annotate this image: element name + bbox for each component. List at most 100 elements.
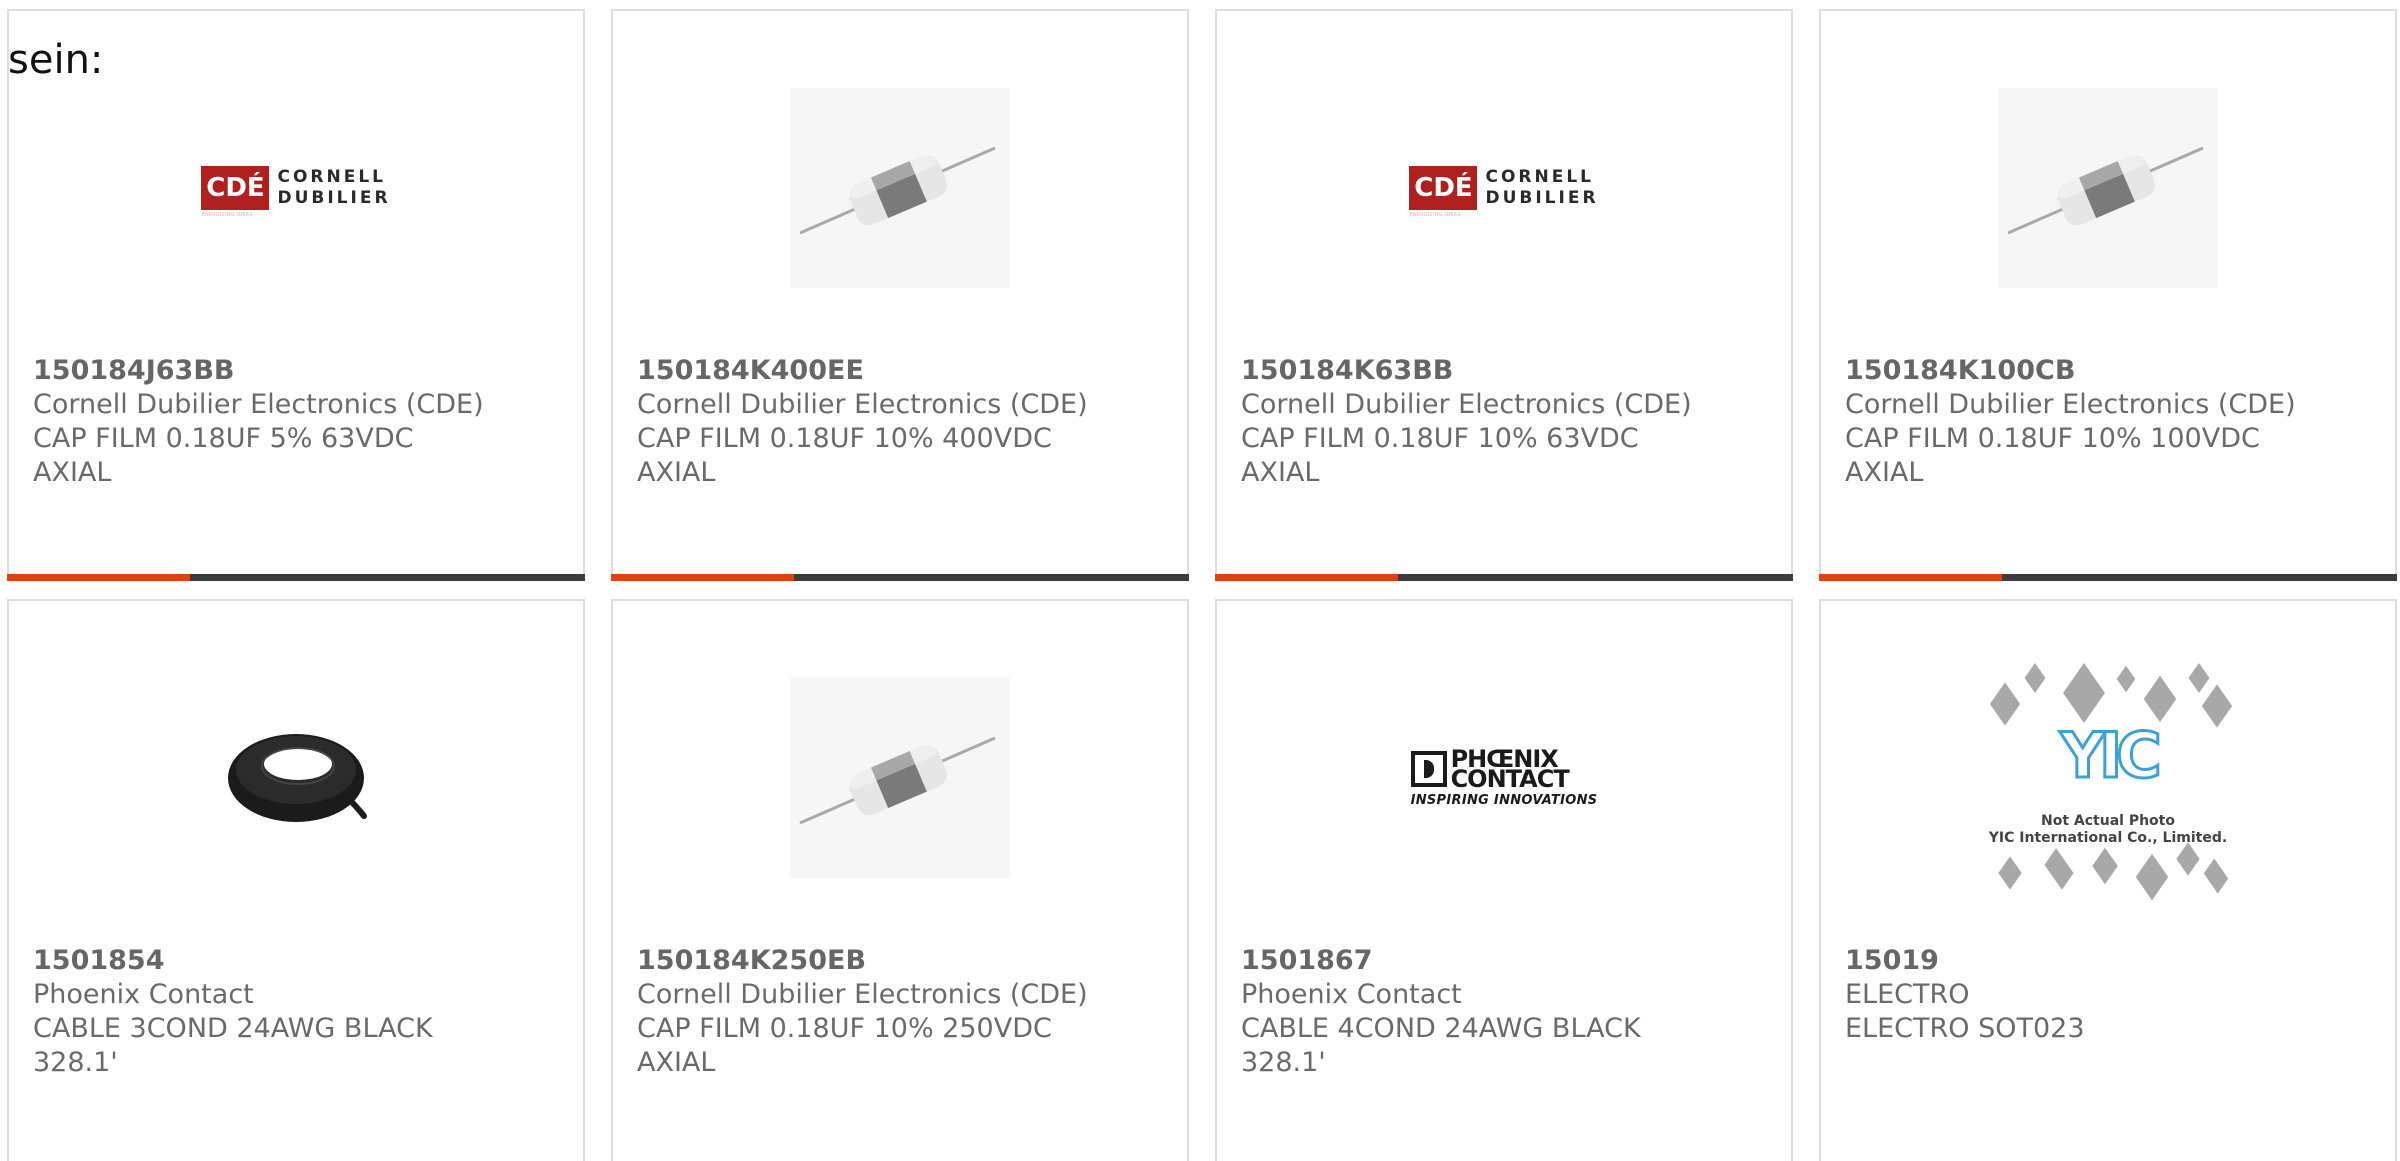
product-card[interactable]: 1501854 Phoenix Contact CABLE 3COND 24AW… — [7, 599, 585, 1161]
placeholder-image[interactable]: YIC Not Actual Photo YIC International C… — [1978, 663, 2238, 901]
product-info: 150184K400EE Cornell Dubilier Electronic… — [637, 354, 1167, 490]
product-card[interactable]: YIC Not Actual Photo YIC International C… — [1819, 599, 2397, 1161]
cde-name-line1: CORNELL — [277, 167, 386, 187]
manufacturer-name: Cornell Dubilier Electronics (CDE) — [1845, 389, 2296, 420]
chip-icon — [1989, 682, 2021, 726]
cde-logo: CDÉ ENERGIZING IDEAS CORNELL DUBILIER — [201, 166, 391, 218]
product-card[interactable]: CDÉ ENERGIZING IDEAS CORNELL DUBILIER 15… — [7, 9, 585, 581]
cde-mark: CDÉ — [1414, 173, 1473, 203]
axial-capacitor-icon — [790, 88, 1010, 288]
phoenix-contact-logo: PHŒNIX CONTACT INSPIRING INNOVATIONS — [1410, 747, 1598, 808]
product-description: CABLE 3COND 24AWG BLACK — [33, 1013, 433, 1044]
axial-capacitor-image[interactable] — [770, 73, 1030, 303]
cde-name-line1: CORNELL — [1485, 167, 1594, 187]
card-accent-bar — [1215, 574, 1398, 581]
product-card[interactable]: PHŒNIX CONTACT INSPIRING INNOVATIONS 150… — [1215, 599, 1793, 1161]
product-card[interactable]: 150184K100CB Cornell Dubilier Electronic… — [1819, 9, 2397, 581]
product-info: 150184J63BB Cornell Dubilier Electronics… — [33, 354, 563, 490]
card-footer-bar — [7, 574, 585, 581]
manufacturer-name: Cornell Dubilier Electronics (CDE) — [1241, 389, 1692, 420]
part-number-link[interactable]: 150184K63BB — [1241, 354, 1771, 388]
product-card[interactable]: 150184K250EB Cornell Dubilier Electronic… — [611, 599, 1189, 1161]
part-number-link[interactable]: 1501867 — [1241, 944, 1771, 978]
product-package: AXIAL — [637, 457, 716, 488]
card-accent-bar — [7, 574, 190, 581]
cable-coil-icon — [228, 734, 367, 822]
cable-coil-image[interactable] — [166, 663, 426, 893]
axial-capacitor-image[interactable] — [1978, 73, 2238, 303]
chip-icon — [2044, 848, 2074, 890]
product-package: AXIAL — [637, 1047, 716, 1078]
chip-icon — [2135, 853, 2169, 901]
axial-capacitor-icon — [790, 678, 1010, 878]
yic-placeholder: YIC Not Actual Photo YIC International C… — [1978, 663, 2238, 901]
chip-icon — [2092, 847, 2118, 885]
card-accent-bar — [1819, 574, 2002, 581]
card-footer-bar — [1819, 574, 2397, 581]
cde-logo: CDÉ ENERGIZING IDEAS CORNELL DUBILIER — [1409, 166, 1599, 218]
product-description: CAP FILM 0.18UF 10% 100VDC — [1845, 423, 2260, 454]
product-package: AXIAL — [1845, 457, 1924, 488]
manufacturer-name: Cornell Dubilier Electronics (CDE) — [637, 979, 1088, 1010]
product-info: 150184K63BB Cornell Dubilier Electronics… — [1241, 354, 1771, 490]
axial-capacitor-image[interactable] — [770, 663, 1030, 893]
product-package: 328.1' — [1241, 1047, 1326, 1078]
product-description: CAP FILM 0.18UF 10% 400VDC — [637, 423, 1052, 454]
card-footer-bar — [611, 574, 1189, 581]
cde-name-line2: DUBILIER — [277, 188, 391, 208]
card-footer-bar — [1215, 574, 1793, 581]
manufacturer-name: Cornell Dubilier Electronics (CDE) — [637, 389, 1088, 420]
chip-icon — [2143, 675, 2177, 723]
cde-tagline: ENERGIZING IDEAS — [1409, 212, 1461, 218]
product-card[interactable]: CDÉ ENERGIZING IDEAS CORNELL DUBILIER 15… — [1215, 9, 1793, 581]
product-info: 1501867 Phoenix Contact CABLE 4COND 24AW… — [1241, 944, 1771, 1080]
part-number-link[interactable]: 150184K100CB — [1845, 354, 2375, 388]
chip-icon — [2188, 663, 2210, 693]
product-description: CAP FILM 0.18UF 5% 63VDC — [33, 423, 414, 454]
product-description: CABLE 4COND 24AWG BLACK — [1241, 1013, 1641, 1044]
manufacturer-logo-image[interactable]: CDÉ ENERGIZING IDEAS CORNELL DUBILIER — [1374, 73, 1634, 303]
yic-caption-line2: YIC International Co., Limited. — [1988, 830, 2228, 846]
cde-name-line2: DUBILIER — [1485, 188, 1599, 208]
lead-text: sein: — [8, 37, 104, 83]
part-number-link[interactable]: 150184K250EB — [637, 944, 1167, 978]
product-description: CAP FILM 0.18UF 10% 250VDC — [637, 1013, 1052, 1044]
chip-icon — [2063, 663, 2105, 723]
yic-logo: YIC — [2059, 719, 2164, 792]
chip-icon — [2176, 842, 2200, 876]
chip-icon — [2201, 684, 2233, 728]
chip-icon — [1998, 856, 2022, 890]
manufacturer-name: Phoenix Contact — [1241, 979, 1462, 1010]
phoenix-mark-icon — [1410, 750, 1447, 787]
card-accent-bar — [611, 574, 794, 581]
chip-icon — [2203, 858, 2229, 894]
chip-icon — [2024, 663, 2046, 693]
manufacturer-logo-image[interactable]: CDÉ ENERGIZING IDEAS CORNELL DUBILIER — [166, 73, 426, 303]
axial-capacitor-icon — [1998, 88, 2218, 288]
product-info: 150184K100CB Cornell Dubilier Electronic… — [1845, 354, 2375, 490]
yic-caption-line1: Not Actual Photo — [2041, 813, 2175, 829]
manufacturer-name: Phoenix Contact — [33, 979, 254, 1010]
part-number-link[interactable]: 150184K400EE — [637, 354, 1167, 388]
part-number-link[interactable]: 150184J63BB — [33, 354, 563, 388]
product-package: AXIAL — [1241, 457, 1320, 488]
manufacturer-name: Cornell Dubilier Electronics (CDE) — [33, 389, 484, 420]
product-description: ELECTRO SOT023 — [1845, 1013, 2085, 1044]
part-number-link[interactable]: 1501854 — [33, 944, 563, 978]
chip-icon — [2116, 665, 2136, 693]
cde-tagline: ENERGIZING IDEAS — [201, 212, 253, 218]
cde-mark: CDÉ — [206, 173, 265, 203]
product-card[interactable]: 150184K400EE Cornell Dubilier Electronic… — [611, 9, 1189, 581]
product-info: 150184K250EB Cornell Dubilier Electronic… — [637, 944, 1167, 1080]
product-info: 15019 ELECTRO ELECTRO SOT023 — [1845, 944, 2375, 1046]
phoenix-tagline: INSPIRING INNOVATIONS — [1410, 792, 1598, 808]
product-package: 328.1' — [33, 1047, 118, 1078]
product-package: AXIAL — [33, 457, 112, 488]
part-number-link[interactable]: 15019 — [1845, 944, 2375, 978]
product-description: CAP FILM 0.18UF 10% 63VDC — [1241, 423, 1639, 454]
manufacturer-name: ELECTRO — [1845, 979, 1970, 1010]
product-info: 1501854 Phoenix Contact CABLE 3COND 24AW… — [33, 944, 563, 1080]
phoenix-name-line2: CONTACT — [1450, 764, 1570, 793]
product-grid-page: sein: CDÉ ENERGIZING IDEAS CORNELL DUBIL… — [0, 0, 2400, 1161]
manufacturer-logo-image[interactable]: PHŒNIX CONTACT INSPIRING INNOVATIONS — [1374, 663, 1634, 893]
